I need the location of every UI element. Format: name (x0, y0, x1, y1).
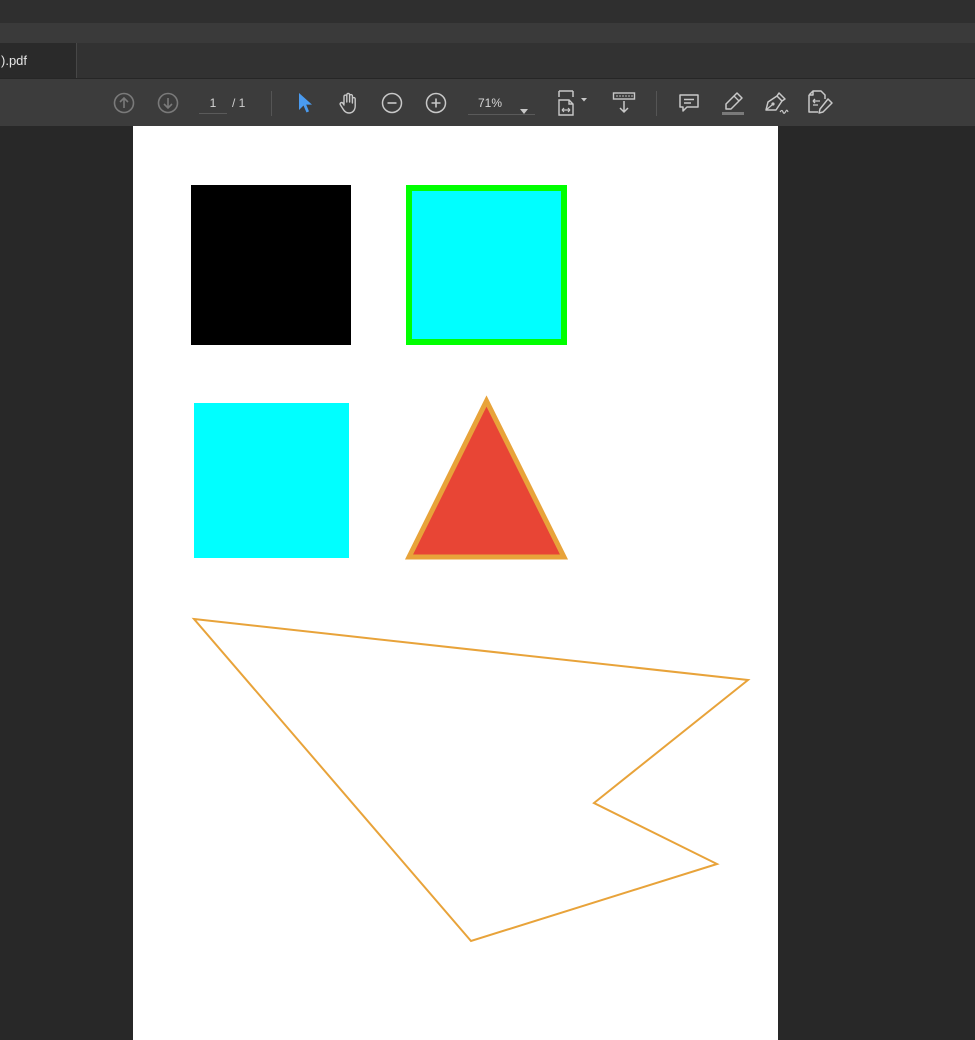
sign-button[interactable] (762, 79, 790, 126)
arrow-down-circle-icon (157, 92, 179, 114)
zoom-dropdown[interactable]: 71% (468, 92, 535, 115)
scroll-mode-icon (612, 91, 636, 115)
chevron-down-icon (520, 101, 528, 119)
comment-button[interactable] (677, 79, 701, 126)
highlight-button[interactable] (720, 79, 746, 126)
fit-page-icon (556, 89, 592, 116)
document-tab[interactable]: ).pdf (0, 43, 77, 78)
minus-circle-icon (381, 92, 403, 114)
next-page-button[interactable] (156, 79, 180, 126)
pdf-page (133, 126, 778, 1040)
sub-bar (0, 23, 975, 43)
menu-bar (0, 0, 975, 23)
page-total: / 1 (232, 96, 246, 110)
highlighter-icon (720, 90, 746, 116)
black-square (191, 185, 351, 345)
document-viewport[interactable] (0, 126, 975, 1040)
prev-page-button[interactable] (112, 79, 136, 126)
toolbar-divider (656, 91, 657, 116)
edit-pdf-button[interactable] (806, 79, 834, 126)
orange-outline-polygon (191, 617, 751, 943)
page-canvas (191, 185, 751, 943)
hand-icon (336, 91, 360, 115)
select-tool-button[interactable] (294, 79, 316, 126)
arrow-up-circle-icon (113, 92, 135, 114)
hand-tool-button[interactable] (335, 79, 361, 126)
edit-pdf-icon (806, 89, 834, 116)
tab-strip: ).pdf (0, 43, 975, 79)
toolbar-divider (271, 91, 272, 116)
zoom-out-button[interactable] (380, 79, 404, 126)
red-triangle (404, 395, 569, 560)
zoom-value: 71% (478, 96, 503, 110)
cursor-arrow-icon (297, 92, 313, 114)
page-number-input[interactable]: 1 (199, 92, 227, 114)
zoom-in-button[interactable] (424, 79, 448, 126)
pen-sign-icon (762, 90, 790, 116)
fit-page-button[interactable] (556, 79, 592, 126)
cyan-square-green-border (406, 185, 567, 345)
scroll-mode-button[interactable] (611, 79, 637, 126)
comment-icon (678, 92, 700, 114)
plus-circle-icon (425, 92, 447, 114)
cyan-square (194, 403, 349, 558)
